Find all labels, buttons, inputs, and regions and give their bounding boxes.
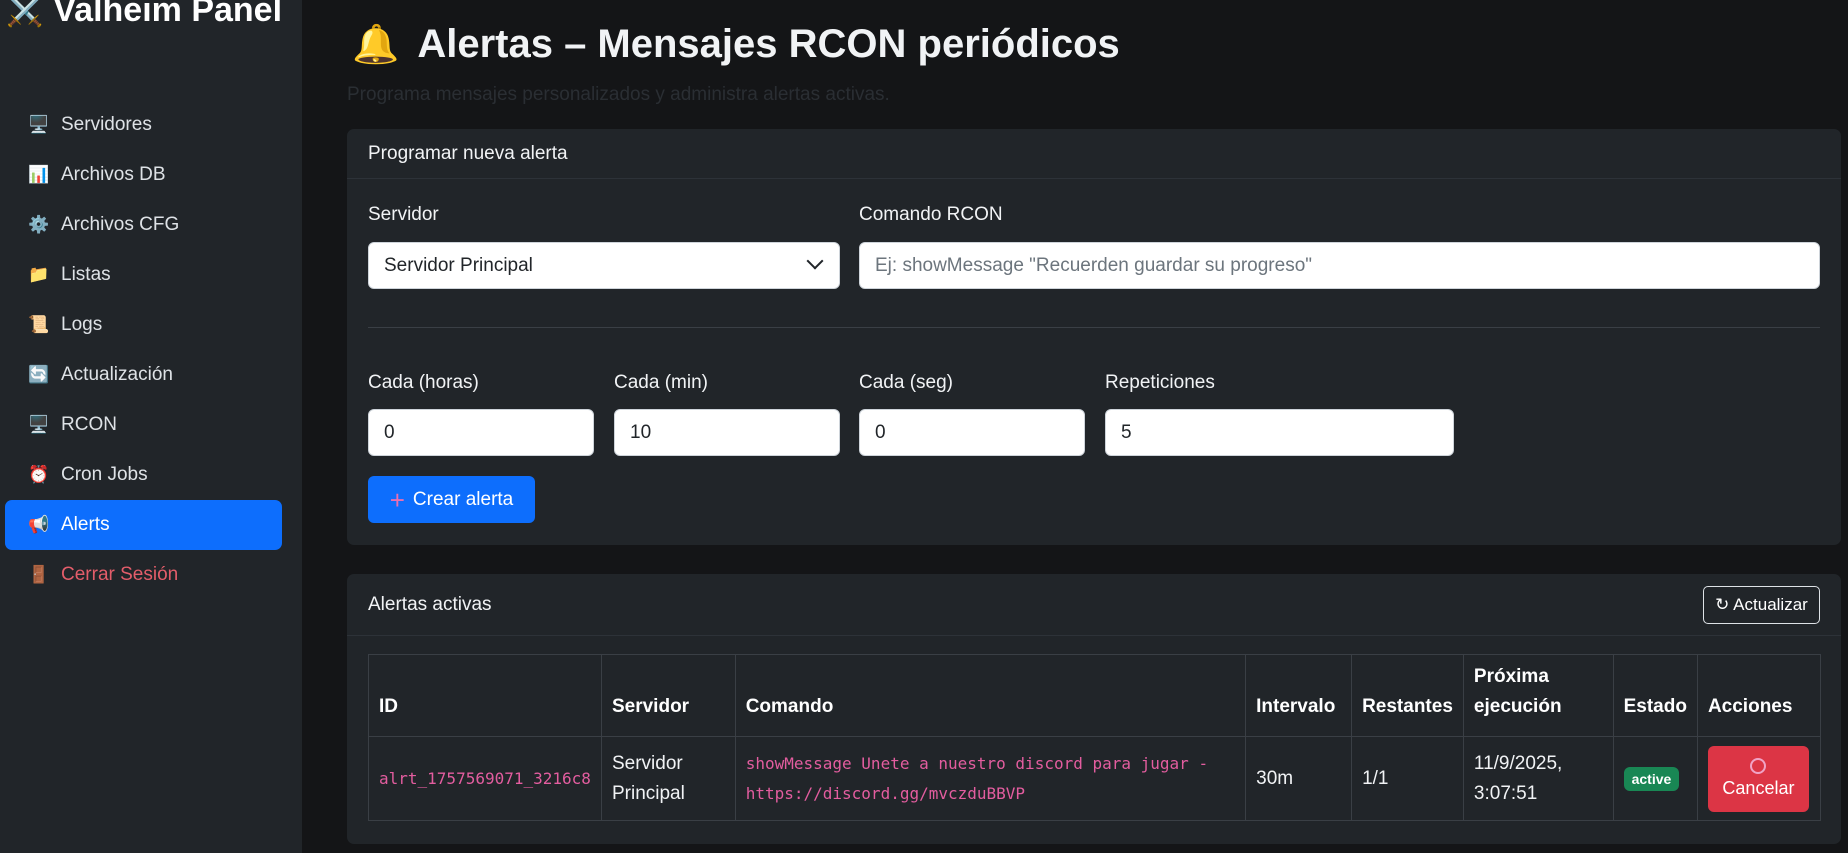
sidebar-item-archivos-cfg[interactable]: ⚙️ Archivos CFG	[5, 200, 282, 250]
cell-next-run: 11/9/2025, 3:07:51	[1462, 736, 1614, 821]
sidebar-item-label: Listas	[61, 264, 111, 285]
door-icon: 🚪	[28, 565, 50, 584]
sidebar-item-label: Cron Jobs	[61, 464, 148, 485]
cell-status: active	[1612, 736, 1698, 821]
column-header-id: ID	[368, 654, 602, 737]
page-subtitle: Programa mensajes personalizados y admin…	[347, 84, 890, 105]
minutes-input[interactable]: 10	[614, 409, 840, 456]
table-row: alrt_1757569071_3216c8 Servidor Principa…	[368, 736, 1822, 821]
column-header-restantes: Restantes	[1351, 654, 1464, 737]
column-header-estado: Estado	[1612, 654, 1698, 737]
table-header-row: ID Servidor Comando Intervalo Restantes …	[368, 654, 1822, 737]
refresh-icon: 🔄	[28, 365, 50, 384]
sidebar-item-label: Actualización	[61, 364, 173, 385]
plus-icon: +	[389, 484, 405, 515]
active-alerts-title: Alertas activas	[368, 593, 492, 615]
sidebar-item-cron-jobs[interactable]: ⏰ Cron Jobs	[5, 450, 282, 500]
active-alerts-card-header: Alertas activas ↻ Actualizar	[347, 574, 1841, 636]
cell-server: Servidor Principal	[600, 736, 736, 821]
monitor-icon: 🖥️	[28, 415, 50, 434]
brand-name: Valheim Panel	[53, 0, 283, 29]
seconds-label: Cada (seg)	[859, 372, 953, 393]
sidebar-item-label: RCON	[61, 414, 117, 435]
new-alert-card-header: Programar nueva alerta	[347, 129, 1841, 179]
bar-chart-icon: 📊	[28, 165, 50, 184]
server-select[interactable]: Servidor Principal	[368, 242, 840, 289]
sidebar-item-listas[interactable]: 📁 Listas	[5, 250, 282, 300]
cell-actions: Cancelar	[1696, 736, 1822, 821]
sidebar-item-label: Alerts	[61, 514, 110, 535]
column-header-intervalo: Intervalo	[1245, 654, 1353, 737]
page-title-text: Alertas – Mensajes RCON periódicos	[417, 22, 1120, 66]
seconds-input-value: 0	[875, 421, 886, 443]
brand: ⚔️ Valheim Panel	[6, 0, 286, 34]
sidebar-item-label: Archivos DB	[61, 164, 166, 185]
crossed-swords-icon: ⚔️	[6, 0, 44, 28]
repetitions-input[interactable]: 5	[1105, 409, 1454, 456]
sidebar-item-servidores[interactable]: 🖥️ Servidores	[5, 100, 282, 150]
command-input-placeholder: Ej: showMessage "Recuerden guardar su pr…	[875, 254, 1312, 276]
create-alert-label: Crear alerta	[412, 488, 514, 510]
column-header-comando: Comando	[734, 654, 1247, 737]
sidebar-item-archivos-db[interactable]: 📊 Archivos DB	[5, 150, 282, 200]
bell-icon: 🔔	[352, 23, 400, 66]
hours-label: Cada (horas)	[368, 372, 479, 393]
cell-command: showMessage Unete a nuestro discord para…	[734, 736, 1247, 821]
minutes-label: Cada (min)	[614, 372, 708, 393]
refresh-button[interactable]: ↻ Actualizar	[1703, 585, 1820, 624]
active-alerts-card: Alertas activas ↻ Actualizar ID Servidor…	[347, 574, 1841, 844]
cell-interval: 30m	[1245, 736, 1353, 821]
cell-remaining: 1/1	[1351, 736, 1464, 821]
sidebar-item-logout[interactable]: 🚪 Cerrar Sesión	[5, 550, 282, 600]
seconds-input[interactable]: 0	[859, 409, 1085, 456]
command-input[interactable]: Ej: showMessage "Recuerden guardar su pr…	[859, 242, 1820, 289]
form-divider	[368, 327, 1820, 328]
repetitions-input-value: 5	[1121, 421, 1132, 443]
server-select-value: Servidor Principal	[384, 254, 533, 276]
create-alert-button[interactable]: + Crear alerta	[368, 476, 535, 523]
alert-id: alrt_1757569071_3216c8	[379, 768, 591, 788]
folder-icon: 📁	[28, 265, 50, 284]
cancel-alert-button[interactable]: Cancelar	[1707, 745, 1809, 812]
column-header-proxima: Próxima ejecución	[1462, 654, 1614, 737]
command-label: Comando RCON	[859, 204, 1003, 225]
column-header-acciones: Acciones	[1696, 654, 1822, 737]
repetitions-label: Repeticiones	[1105, 372, 1215, 393]
gear-icon: ⚙️	[28, 215, 50, 234]
sidebar-item-label: Servidores	[61, 114, 152, 135]
alert-command: showMessage Unete a nuestro discord para…	[745, 753, 1209, 803]
sidebar: ⚔️ Valheim Panel 🖥️ Servidores 📊 Archivos D…	[0, 0, 302, 853]
column-header-servidor: Servidor	[600, 654, 736, 737]
sidebar-item-logs[interactable]: 📜 Logs	[5, 300, 282, 350]
circle-icon	[1750, 757, 1767, 774]
sidebar-item-label: Cerrar Sesión	[61, 564, 179, 585]
hours-input-value: 0	[384, 421, 395, 443]
hours-input[interactable]: 0	[368, 409, 594, 456]
active-alerts-table: ID Servidor Comando Intervalo Restantes …	[368, 654, 1822, 821]
megaphone-icon: 📢	[28, 515, 50, 534]
status-badge: active	[1623, 766, 1680, 791]
main-content: 🔔 Alertas – Mensajes RCON periódicos Pro…	[302, 0, 1848, 853]
new-alert-card-title: Programar nueva alerta	[368, 142, 568, 164]
cancel-alert-label: Cancelar	[1722, 777, 1795, 798]
server-label: Servidor	[368, 204, 439, 225]
cell-id: alrt_1757569071_3216c8	[368, 736, 602, 821]
alarm-clock-icon: ⏰	[28, 465, 50, 484]
sidebar-nav: 🖥️ Servidores 📊 Archivos DB ⚙️ Archivos CFG…	[5, 100, 282, 600]
sidebar-item-alerts[interactable]: 📢 Alerts	[5, 500, 282, 550]
chevron-down-icon	[806, 252, 824, 270]
new-alert-card: Programar nueva alerta Servidor Servidor…	[347, 129, 1841, 545]
sidebar-item-label: Archivos CFG	[61, 214, 180, 235]
sidebar-item-actualizacion[interactable]: 🔄 Actualización	[5, 350, 282, 400]
minutes-input-value: 10	[630, 421, 652, 443]
sidebar-item-rcon[interactable]: 🖥️ RCON	[5, 400, 282, 450]
sidebar-item-label: Logs	[61, 314, 103, 335]
monitor-icon: 🖥️	[28, 115, 50, 134]
scroll-icon: 📜	[28, 315, 50, 334]
page-title: 🔔 Alertas – Mensajes RCON periódicos	[352, 22, 1120, 67]
